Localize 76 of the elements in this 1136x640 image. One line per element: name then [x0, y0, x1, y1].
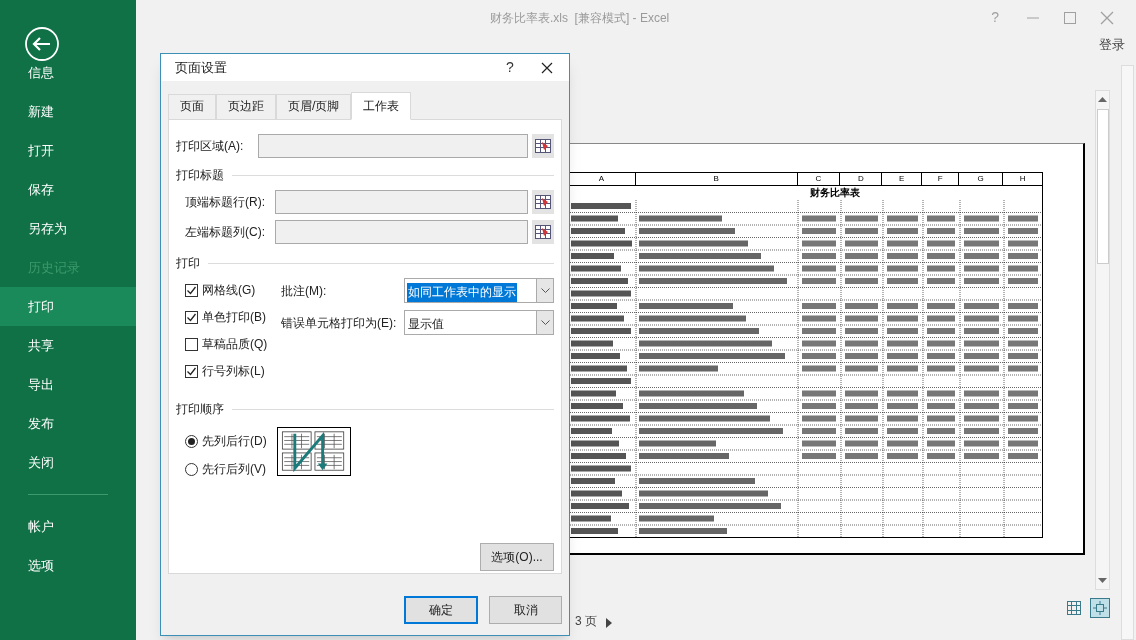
title-range-field[interactable]	[275, 220, 528, 244]
checkbox-label[interactable]: 草稿品质(Q)	[202, 335, 268, 353]
checkbox[interactable]	[185, 337, 198, 351]
field-label: 顶端标题行(R):	[185, 194, 266, 211]
checkbox[interactable]	[185, 364, 198, 378]
column-header: G	[959, 173, 1004, 185]
tab[interactable]: 页眉/页脚	[276, 94, 352, 119]
chevron-down-icon	[540, 319, 550, 326]
options-button[interactable]: 选项(O)...	[480, 543, 554, 571]
field-label: 打印区域(A):	[176, 138, 245, 155]
sidebar-item[interactable]: 发布	[0, 404, 136, 443]
radio-label[interactable]: 先行后列(V)	[202, 460, 266, 478]
tab[interactable]: 工作表	[351, 92, 412, 120]
section-heading: 打印	[176, 255, 200, 272]
page-indicator: 3 页	[575, 613, 597, 630]
cancel-button[interactable]: 取消	[489, 596, 562, 624]
collapse-dialog-button[interactable]	[532, 134, 554, 158]
range-select-icon	[535, 225, 551, 239]
dropdown-value: 如同工作表中的显示	[407, 282, 517, 302]
sidebar-item[interactable]: 共享	[0, 326, 136, 365]
print-area-field[interactable]	[258, 134, 528, 158]
sign-in-link[interactable]: 登录	[1099, 35, 1125, 57]
show-margins-icon[interactable]	[1066, 600, 1082, 616]
sidebar-item[interactable]: 帐户	[0, 507, 136, 546]
zoom-to-page-button[interactable]	[1090, 598, 1110, 618]
field-label: 批注(M):	[281, 282, 328, 300]
sidebar-item[interactable]: 信息	[0, 53, 136, 92]
field-label: 错误单元格打印为(E):	[281, 314, 398, 332]
column-header: E	[882, 173, 923, 185]
help-button[interactable]: ?	[495, 57, 525, 78]
collapse-dialog-button[interactable]	[532, 190, 554, 214]
column-header: D	[840, 173, 883, 185]
checkbox-label[interactable]: 单色打印(B)	[202, 308, 266, 326]
checkbox-label[interactable]: 网格线(G)	[202, 281, 256, 299]
scroll-down-icon[interactable]	[1098, 576, 1107, 584]
section-heading: 打印顺序	[176, 401, 224, 418]
dropdown-value: 显示值	[407, 315, 445, 333]
dropdown[interactable]: 如同工作表中的显示	[404, 278, 554, 303]
title-range-field[interactable]	[275, 190, 528, 214]
checkbox[interactable]	[185, 310, 198, 324]
close-icon	[541, 61, 553, 74]
tab[interactable]: 页边距	[216, 94, 276, 119]
ok-button[interactable]: 确定	[404, 596, 478, 624]
collapse-dialog-button[interactable]	[532, 220, 554, 244]
sidebar-item[interactable]: 导出	[0, 365, 136, 404]
scroll-up-icon[interactable]	[1098, 96, 1107, 104]
column-header: B	[635, 173, 798, 185]
radio-button[interactable]	[185, 462, 198, 476]
radio-label[interactable]: 先列后行(D)	[202, 432, 267, 450]
tab[interactable]: 页面	[168, 94, 216, 119]
sidebar-item[interactable]: 打开	[0, 131, 136, 170]
radio-button[interactable]	[185, 434, 198, 448]
vertical-scrollbar[interactable]	[1095, 90, 1110, 590]
range-select-icon	[535, 195, 551, 209]
dialog-title: 页面设置	[175, 58, 228, 77]
window-title: 财务比率表.xls [兼容模式] - Excel	[489, 9, 670, 27]
sidebar-item[interactable]: 另存为	[0, 209, 136, 248]
sidebar-item[interactable]: 新建	[0, 92, 136, 131]
column-header: C	[797, 173, 841, 185]
range-select-icon	[535, 139, 551, 153]
checkbox[interactable]	[185, 283, 198, 297]
section-heading: 打印标题	[176, 167, 224, 184]
chevron-down-icon	[540, 287, 550, 294]
sidebar-item[interactable]: 选项	[0, 546, 136, 585]
dropdown[interactable]: 显示值	[404, 310, 554, 335]
outer-scrollbar[interactable]	[1121, 65, 1134, 640]
checkbox-label[interactable]: 行号列标(L)	[202, 362, 265, 380]
sheet-title: 财务比率表	[810, 187, 860, 199]
next-page-icon[interactable]	[605, 617, 613, 629]
column-header: H	[1018, 173, 1027, 185]
scroll-thumb[interactable]	[1096, 109, 1109, 264]
sidebar-item[interactable]: 关闭	[0, 443, 136, 482]
column-header: F	[922, 173, 960, 185]
sidebar-item[interactable]: 打印	[0, 287, 136, 326]
field-label: 左端标题列(C):	[185, 224, 266, 241]
sidebar-item[interactable]: 保存	[0, 170, 136, 209]
